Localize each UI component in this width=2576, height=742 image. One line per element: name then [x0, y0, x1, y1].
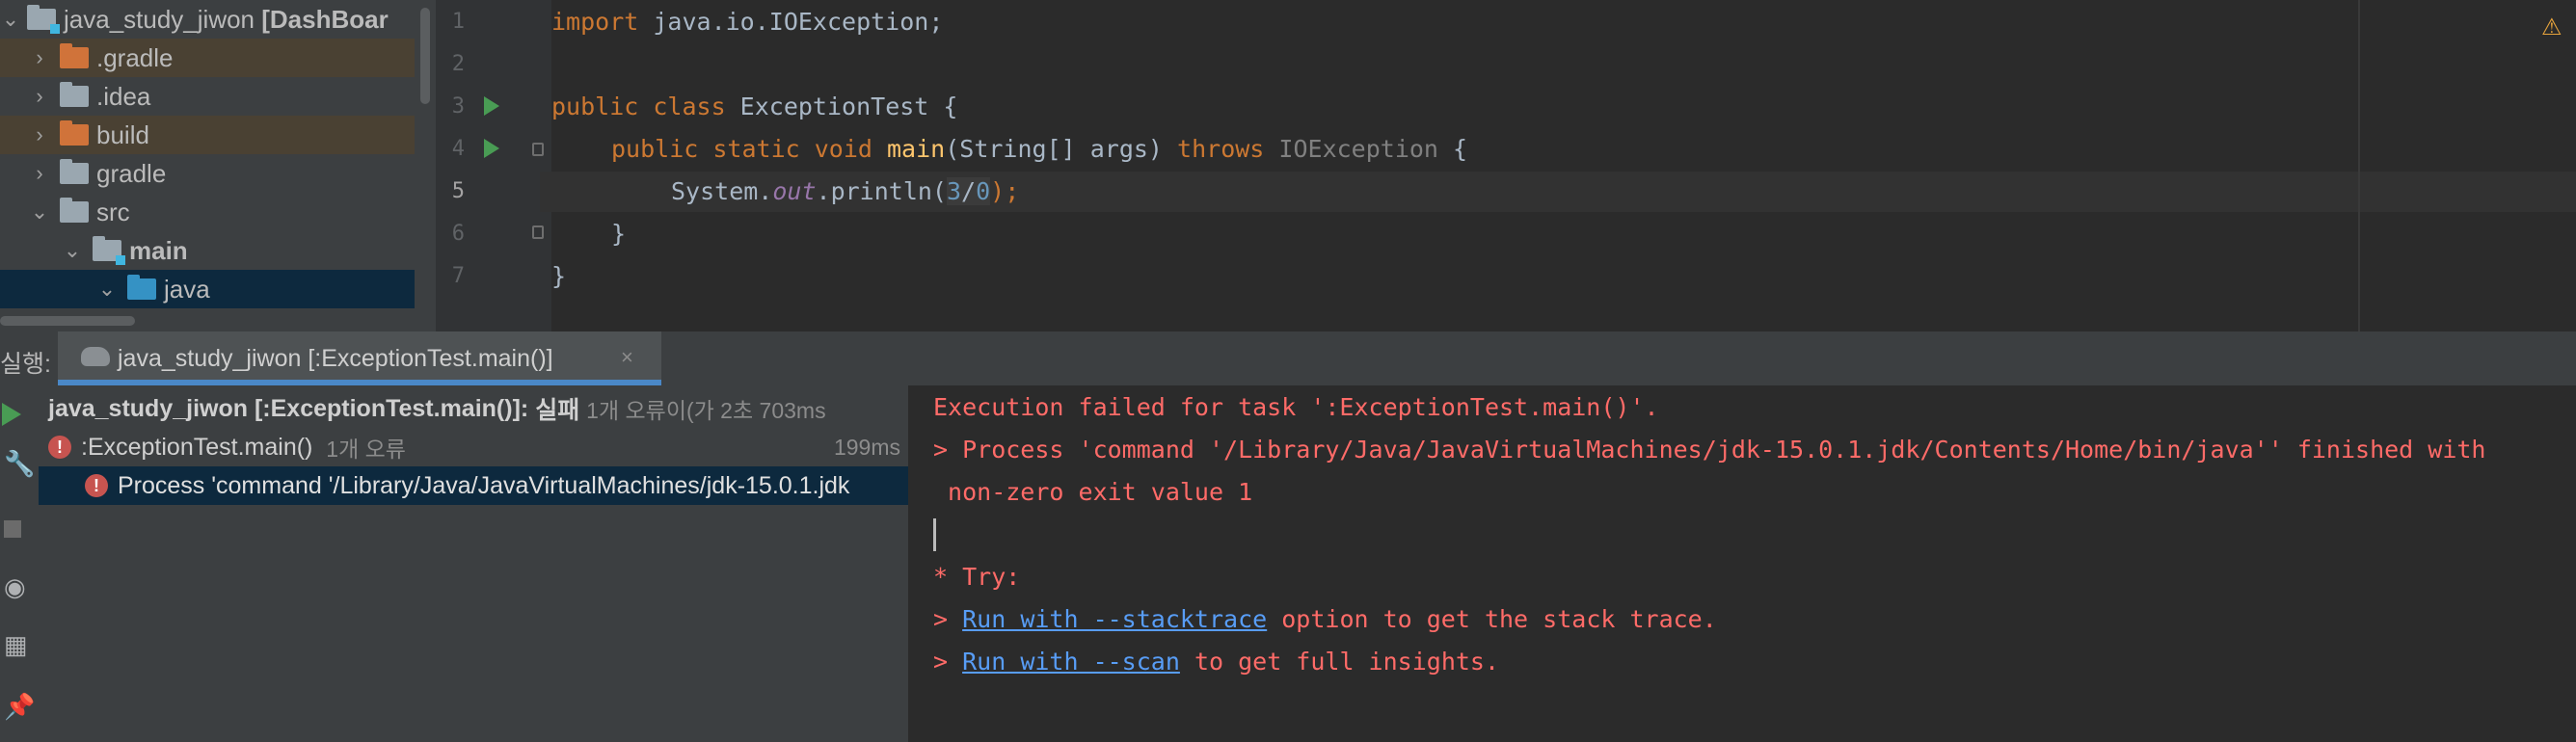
code-line-6: } — [611, 220, 627, 248]
fold-icon[interactable] — [532, 143, 544, 156]
gradle-elephant-icon — [81, 347, 110, 366]
project-root-name: java_study_jiwon — [64, 4, 255, 34]
console-line: non-zero exit value 1 — [933, 478, 1253, 506]
console-line: Execution failed for task ':ExceptionTes… — [933, 393, 1659, 421]
stacktrace-link[interactable]: Run with --stacktrace — [962, 605, 1267, 633]
source-folder-icon — [127, 275, 156, 300]
line-number: 7 — [451, 264, 465, 288]
chevron-down-icon[interactable]: ⌄ — [29, 199, 50, 225]
error-icon: ! — [48, 436, 71, 459]
tree-item-build[interactable]: › build — [0, 116, 415, 154]
chevron-down-icon[interactable]: ⌄ — [0, 7, 21, 32]
project-root-row[interactable]: ⌄ java_study_jiwon [DashBoar — [0, 0, 415, 39]
text-caret — [933, 518, 936, 551]
module-folder-icon — [27, 5, 60, 34]
build-status: 실패 — [535, 397, 580, 424]
horizontal-scrollbar[interactable] — [0, 316, 135, 326]
task-row[interactable]: ! :ExceptionTest.main() 1개 오류 199ms — [48, 428, 908, 466]
warning-icon[interactable]: ⚠ — [2541, 13, 2563, 41]
wrench-icon[interactable]: 🔧 — [4, 449, 35, 479]
scan-link[interactable]: Run with --scan — [962, 648, 1180, 676]
chevron-down-icon[interactable]: ⌄ — [62, 238, 83, 263]
project-tree: ⌄ java_study_jiwon [DashBoar › .gradle ›… — [0, 0, 436, 331]
tree-item-label: build — [96, 119, 149, 149]
line-number: 5 — [451, 179, 465, 203]
console-line: > Run with --scan to get full insights. — [933, 648, 1500, 676]
task-title: :ExceptionTest.main() — [81, 433, 313, 461]
code-editor[interactable] — [551, 0, 2576, 331]
close-icon[interactable]: × — [621, 345, 633, 370]
line-number: 4 — [451, 137, 465, 161]
task-detail: 1개 오류 — [326, 437, 406, 462]
line-number: 1 — [451, 10, 465, 34]
error-row[interactable]: ! Process 'command '/Library/Java/JavaVi… — [39, 466, 908, 505]
line-number: 2 — [451, 52, 465, 76]
tree-item-label: .idea — [96, 81, 151, 111]
eye-icon[interactable]: ◉ — [4, 572, 26, 602]
folder-icon — [60, 82, 89, 107]
console-line: > Process 'command '/Library/Java/JavaVi… — [933, 436, 2486, 464]
folder-icon — [60, 159, 89, 184]
code-line-4: public static void main(String[] args) t… — [611, 135, 1468, 163]
run-toolbar: 🔧 ◉ ▦ 📌 — [0, 385, 39, 742]
code-line-3: public class ExceptionTest { — [551, 93, 958, 120]
tree-item-src[interactable]: ⌄ src — [0, 193, 415, 231]
source-root-folder-icon — [93, 236, 125, 265]
tree-item-label: src — [96, 197, 130, 226]
line-number: 3 — [451, 94, 465, 119]
code-line-7: } — [551, 262, 567, 290]
tree-item-label: gradle — [96, 158, 167, 188]
run-main-icon[interactable] — [484, 139, 499, 158]
tree-item-gradle[interactable]: › gradle — [0, 154, 415, 193]
tree-item-label: .gradle — [96, 42, 174, 72]
run-tab-title: java_study_jiwon [:ExceptionTest.main()] — [118, 345, 553, 372]
line-number: 6 — [451, 222, 465, 246]
tree-item-idea[interactable]: › .idea — [0, 77, 415, 116]
tree-item-main[interactable]: ⌄ main — [0, 231, 415, 270]
right-margin-guide — [2358, 0, 2360, 331]
excluded-folder-icon — [60, 43, 89, 68]
pin-icon[interactable]: 📌 — [4, 692, 35, 722]
fold-icon[interactable] — [532, 225, 544, 239]
console-line: > Run with --stacktrace option to get th… — [933, 605, 1717, 633]
build-tree: java_study_jiwon [:ExceptionTest.main()]… — [39, 385, 910, 742]
layout-icon[interactable]: ▦ — [4, 630, 28, 660]
chevron-right-icon[interactable]: › — [29, 122, 50, 147]
stop-icon[interactable] — [4, 520, 21, 538]
tree-item-label: main — [129, 235, 188, 265]
build-root-title: java_study_jiwon [:ExceptionTest.main()]… — [48, 394, 529, 422]
build-detail: 1개 오류이(가 2초 703ms — [586, 398, 826, 423]
code-line-5: System.out.println(3/0); — [671, 177, 1020, 205]
task-time: 199ms — [833, 434, 900, 460]
chevron-right-icon[interactable]: › — [29, 161, 50, 186]
run-label: 실행: — [0, 351, 51, 378]
vertical-scrollbar[interactable] — [420, 8, 430, 104]
run-class-icon[interactable] — [484, 96, 499, 116]
tree-item-label: java — [164, 274, 210, 304]
error-title: Process 'command '/Library/Java/JavaVirt… — [118, 471, 850, 499]
tree-item-java[interactable]: ⌄ java — [0, 270, 415, 308]
folder-icon — [60, 198, 89, 223]
excluded-folder-icon — [60, 120, 89, 146]
code-line-1: import java.io.IOException; — [551, 8, 944, 36]
console-line: * Try: — [933, 563, 1021, 591]
tree-item-gradle-cache[interactable]: › .gradle — [0, 39, 415, 77]
chevron-right-icon[interactable]: › — [29, 45, 50, 70]
run-tool-window-header: 실행: java_study_jiwon [:ExceptionTest.mai… — [0, 331, 2576, 386]
chevron-down-icon[interactable]: ⌄ — [96, 277, 118, 302]
rerun-icon[interactable] — [2, 403, 21, 426]
build-root-row[interactable]: java_study_jiwon [:ExceptionTest.main()]… — [48, 389, 908, 428]
error-icon: ! — [85, 474, 108, 497]
project-root-suffix: [DashBoar — [261, 4, 389, 34]
chevron-right-icon[interactable]: › — [29, 84, 50, 109]
